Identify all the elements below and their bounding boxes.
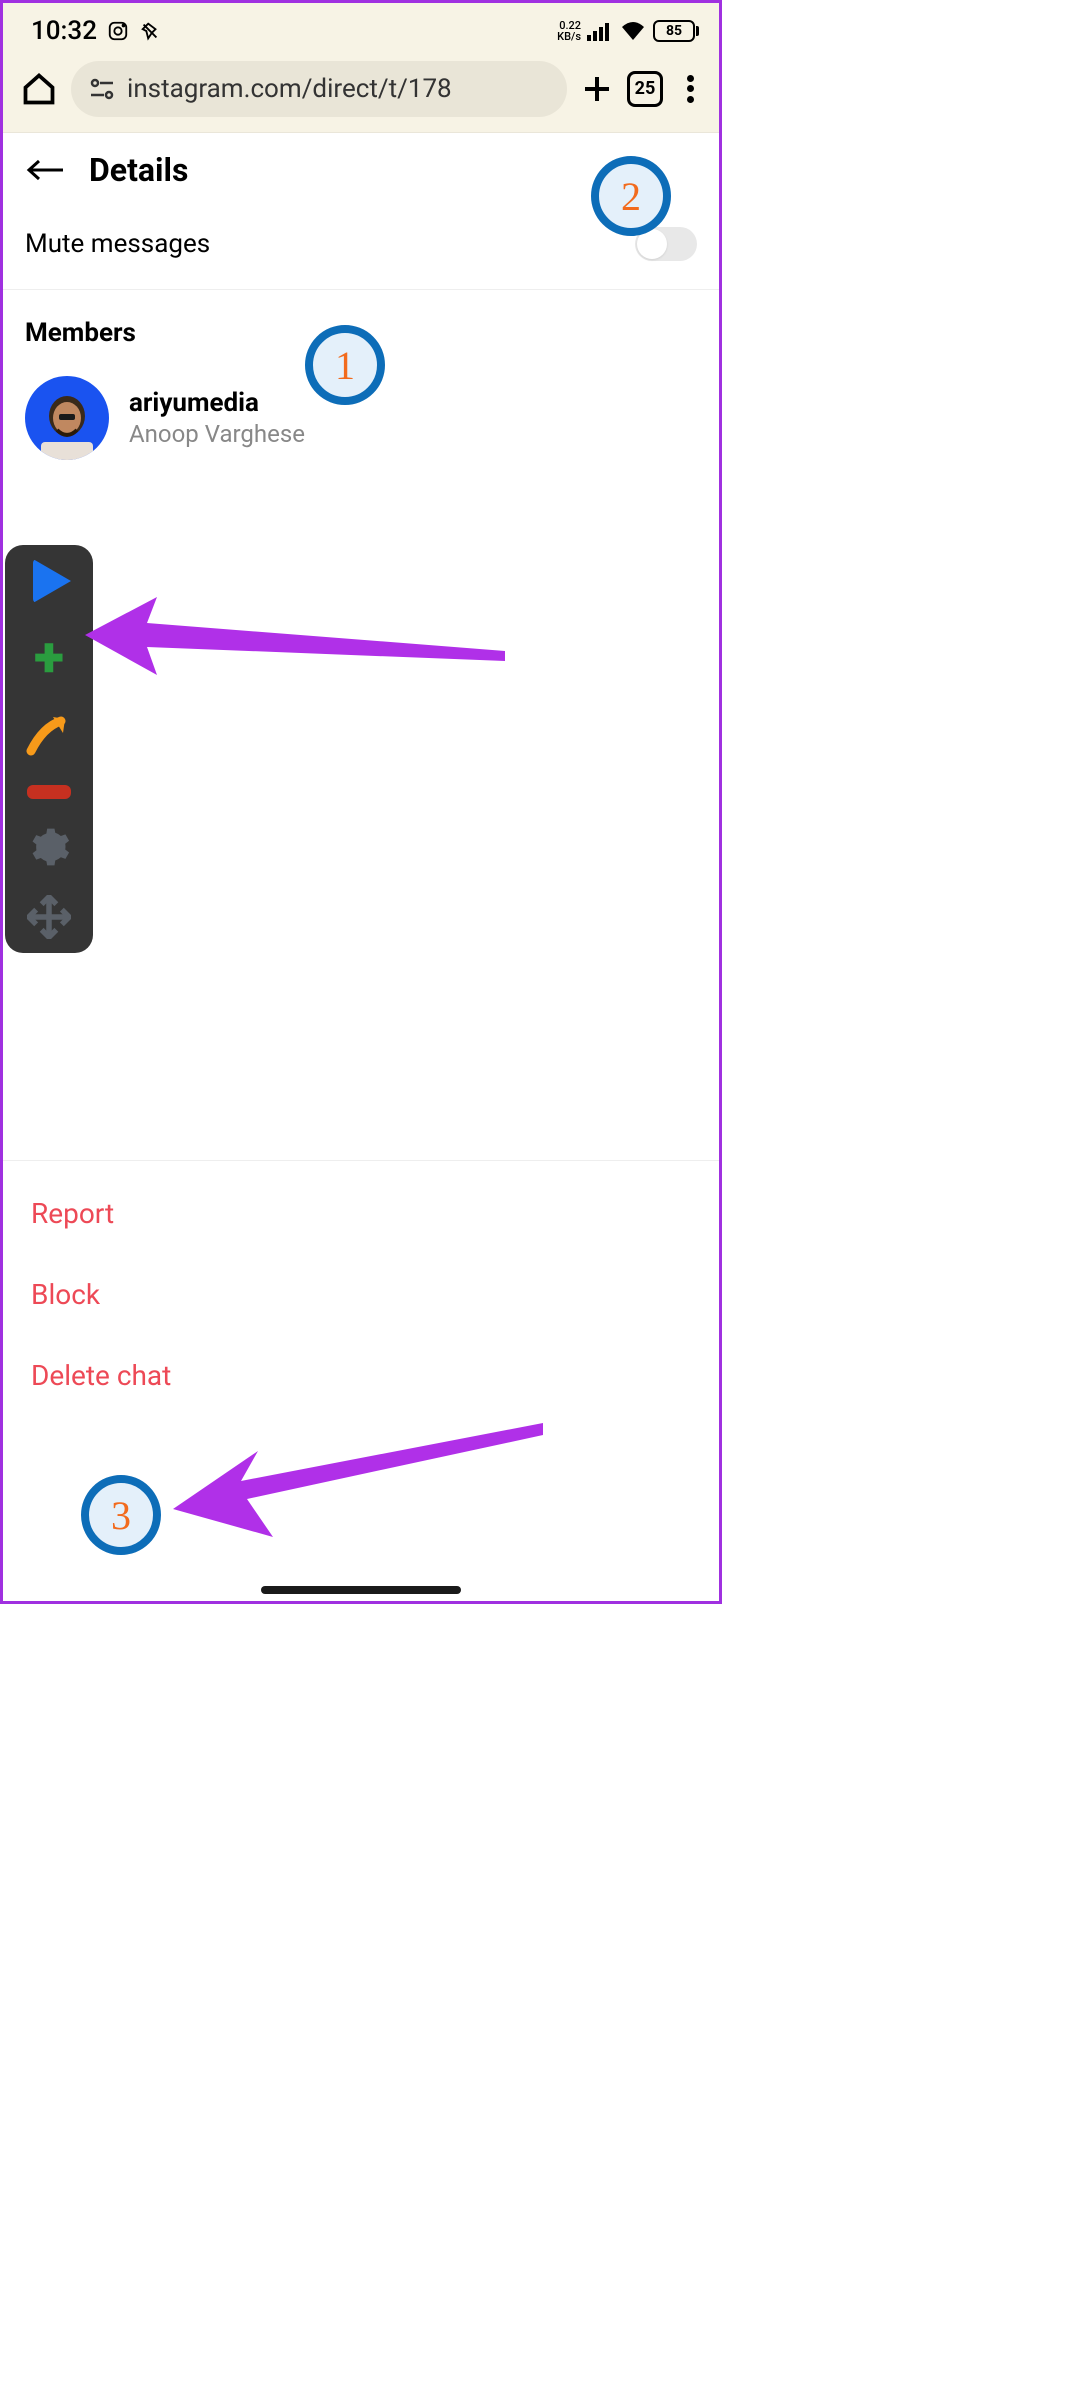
block-button[interactable]: Block [3, 1254, 719, 1335]
url-bar[interactable]: instagram.com/direct/t/178 [71, 61, 567, 117]
annotation-badge-3: 3 [81, 1475, 161, 1555]
minus-tool-icon[interactable] [27, 785, 71, 799]
battery-indicator: 85 [653, 20, 699, 42]
instagram-icon [107, 20, 129, 42]
tab-switcher[interactable]: 25 [627, 71, 663, 107]
annotation-arrow-2 [173, 1423, 543, 1543]
wifi-icon [619, 20, 647, 42]
home-icon[interactable] [21, 71, 57, 107]
member-name: Anoop Varghese [129, 420, 305, 448]
browser-menu-icon[interactable] [685, 73, 695, 105]
page-content: Details Mute messages Members ariyumedia… [3, 133, 719, 1428]
browser-toolbar: instagram.com/direct/t/178 25 [3, 53, 719, 133]
status-bar: 10:32 0.22 KB/s 85 [3, 3, 719, 53]
status-right: 0.22 KB/s 85 [557, 20, 699, 42]
play-tool-icon[interactable] [33, 559, 71, 603]
delete-chat-button[interactable]: Delete chat [3, 1335, 719, 1416]
mute-label: Mute messages [25, 229, 210, 259]
url-text: instagram.com/direct/t/178 [127, 74, 452, 104]
clock-time: 10:32 [31, 16, 97, 46]
member-info: ariyumedia Anoop Varghese [129, 388, 305, 448]
plus-tool-icon[interactable]: + [34, 629, 64, 685]
annotation-badge-2: 2 [591, 156, 671, 236]
annotation-badge-1: 1 [305, 325, 385, 405]
nav-bar-handle[interactable] [261, 1586, 461, 1594]
move-tool-icon[interactable] [27, 895, 71, 939]
gear-tool-icon[interactable] [27, 825, 71, 869]
annotation-toolbar[interactable]: + [5, 545, 93, 953]
danger-actions: Report Block Delete chat [3, 1160, 719, 1428]
page-title: Details [89, 151, 188, 189]
back-arrow-icon[interactable] [25, 155, 65, 185]
new-tab-icon[interactable] [581, 73, 613, 105]
site-settings-icon[interactable] [89, 78, 115, 100]
status-left: 10:32 [31, 16, 161, 46]
annotation-arrow-1 [85, 593, 505, 683]
member-handle: ariyumedia [129, 388, 305, 418]
report-button[interactable]: Report [3, 1173, 719, 1254]
curved-arrow-tool-icon[interactable] [25, 711, 73, 759]
avatar[interactable] [25, 376, 109, 460]
data-speed: 0.22 KB/s [557, 20, 581, 42]
battery-level: 85 [653, 20, 695, 42]
signal-icon [587, 21, 613, 41]
location-off-icon [139, 20, 161, 42]
